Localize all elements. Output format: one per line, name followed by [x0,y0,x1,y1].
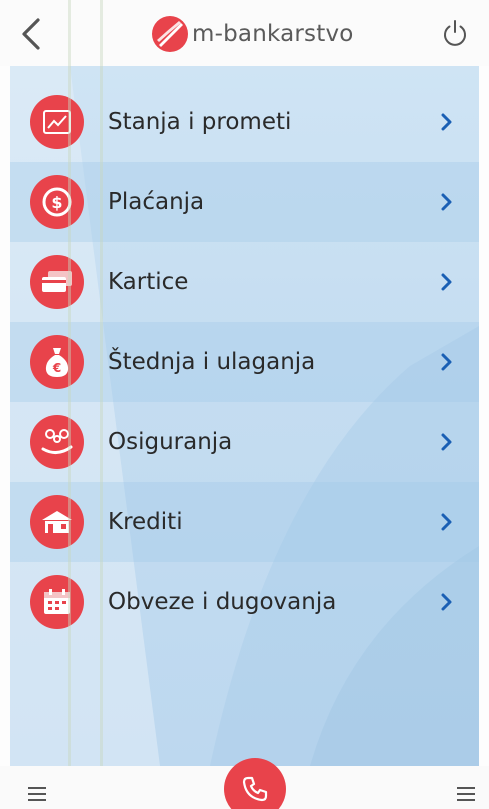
menu-item-placanja[interactable]: $ Plaćanja [10,162,479,242]
chevron-right-icon [441,273,452,291]
menu-item-krediti[interactable]: Krediti [10,482,479,562]
menu-icon [457,787,475,801]
chevron-right-icon [441,593,452,611]
menu-item-obveze-i-dugovanja[interactable]: Obveze i dugovanja [10,562,479,642]
menu-item-osiguranja[interactable]: Osiguranja [10,402,479,482]
logout-button[interactable] [440,18,470,48]
menu-item-label: Štednja i ulaganja [108,349,316,375]
svg-text:€: € [52,361,61,375]
divider [100,0,103,809]
menu-icon [28,787,46,801]
svg-text:$: $ [51,193,62,212]
chevron-left-icon [22,18,40,50]
chevron-right-icon [441,433,452,451]
menu-item-label: Osiguranja [108,429,233,455]
menu-item-stanja-i-prometi[interactable]: Stanja i prometi [10,82,479,162]
menu-item-label: Obveze i dugovanja [108,589,337,615]
calendar-icon [30,575,84,629]
bank-logo-icon [152,16,188,52]
chart-icon [30,95,84,149]
brand: m-bankarstvo [150,16,354,52]
menu-item-stednja-i-ulaganja[interactable]: € Štednja i ulaganja [10,322,479,402]
left-menu-button[interactable] [26,784,48,804]
divider [68,0,71,809]
house-icon [30,495,84,549]
chevron-right-icon [441,113,452,131]
phone-icon [242,776,268,802]
main-menu: Stanja i prometi $ Plaćanja Kartice € Št… [10,66,479,766]
back-button[interactable] [14,14,48,54]
menu-item-label: Kartice [108,269,189,295]
menu-item-label: Stanja i prometi [108,109,292,135]
menu-item-label: Plaćanja [108,189,205,215]
menu-item-label: Krediti [108,509,183,535]
app-screen: m-bankarstvo Stanja i prometi $ Plaćanja… [0,0,489,809]
app-title: m-bankarstvo [192,21,354,47]
menu-item-kartice[interactable]: Kartice [10,242,479,322]
people-hand-icon [30,415,84,469]
cards-icon [30,255,84,309]
power-icon [444,20,466,46]
dollar-coin-icon: $ [30,175,84,229]
app-header: m-bankarstvo [0,0,489,66]
chevron-right-icon [441,353,452,371]
money-bag-icon: € [30,335,84,389]
chevron-right-icon [441,513,452,531]
chevron-right-icon [441,193,452,211]
right-menu-button[interactable] [455,784,477,804]
